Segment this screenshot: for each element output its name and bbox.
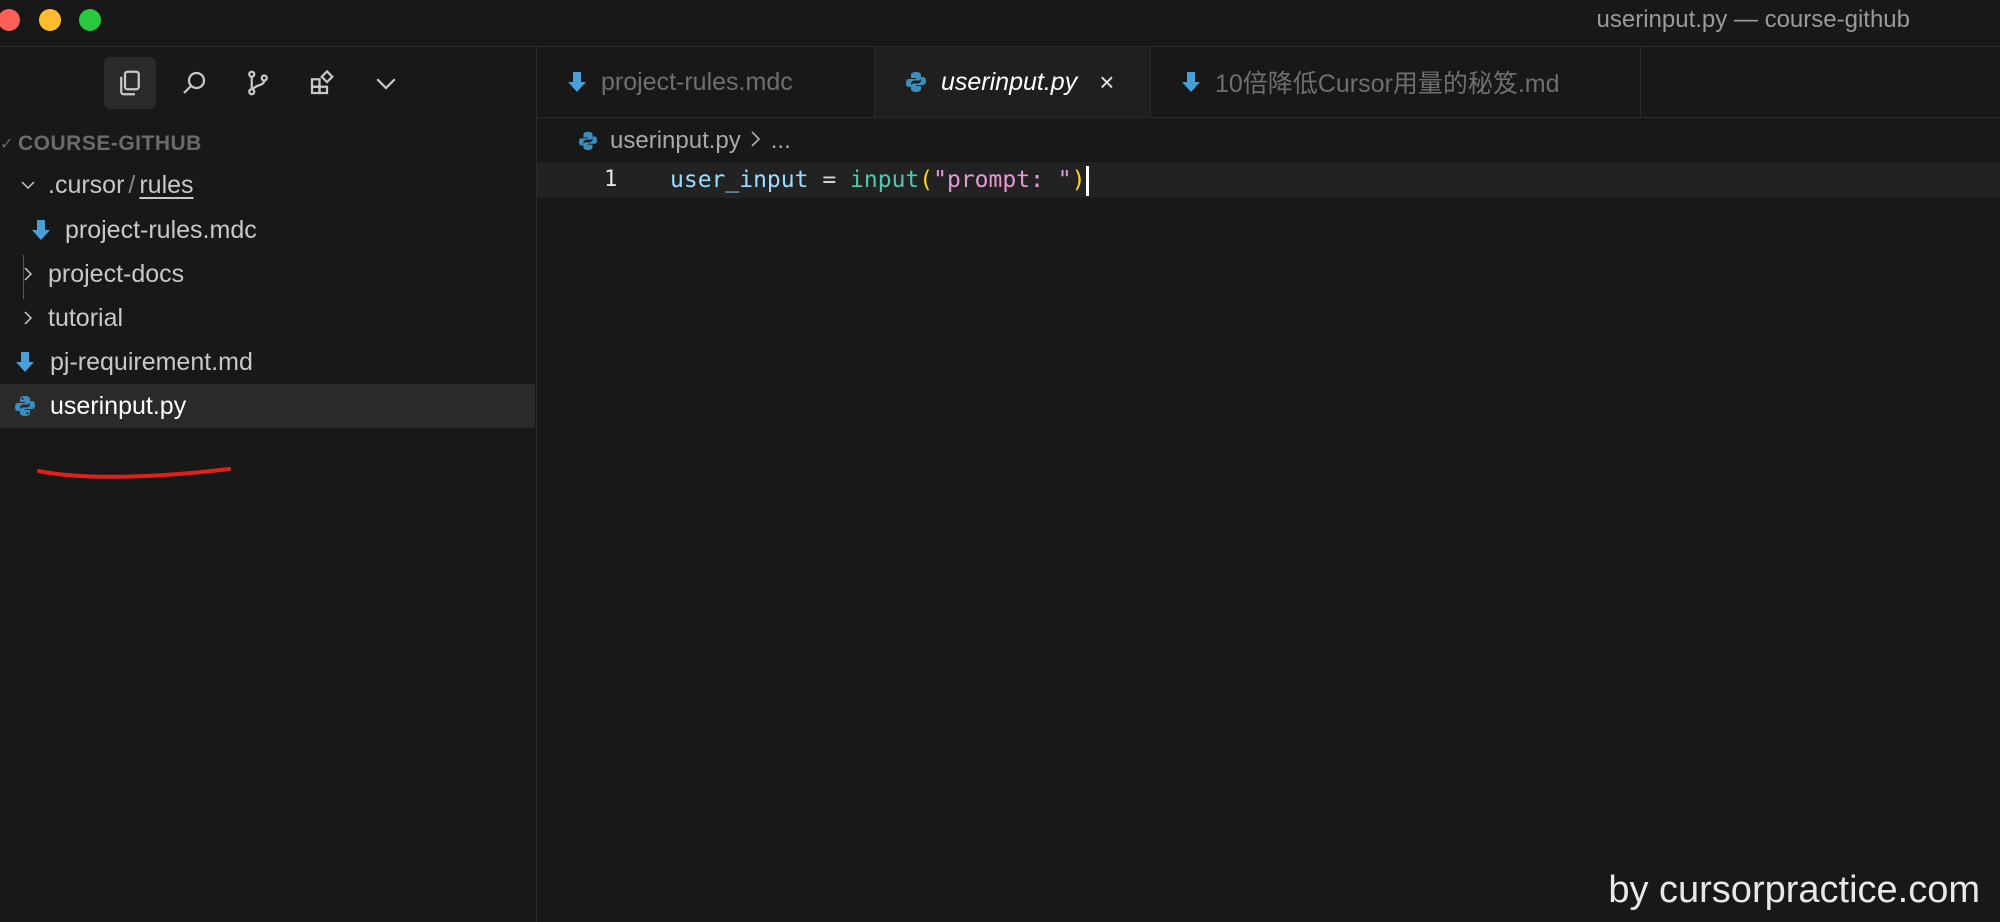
- markdown-icon: [567, 71, 587, 93]
- activity-bar: [104, 57, 412, 109]
- tab-label: 10倍降低Cursor用量的秘笈.md: [1215, 70, 1560, 98]
- code-token-paren: (: [919, 167, 934, 193]
- tree-item-label: .cursor: [48, 170, 125, 199]
- more-views-button[interactable]: [360, 57, 412, 109]
- markdown-icon: [1181, 71, 1201, 93]
- code-token-string: "prompt: ": [933, 167, 1072, 193]
- markdown-icon: [15, 351, 35, 373]
- explorer-button[interactable]: [104, 57, 156, 109]
- tree-item-cursor-rules[interactable]: .cursor / rules: [0, 163, 535, 207]
- tree-item-project-docs[interactable]: project-docs: [0, 252, 535, 296]
- tree-item-label: userinput.py: [50, 391, 187, 420]
- source-control-icon: [248, 70, 268, 96]
- tab-label: userinput.py: [941, 67, 1078, 96]
- code-token-operator: =: [808, 167, 851, 193]
- python-icon: [14, 395, 36, 417]
- tree-item-project-rules[interactable]: project-rules.mdc: [0, 208, 535, 252]
- title-bar: userinput.py — course-github: [0, 0, 2000, 47]
- tree-item-tutorial[interactable]: tutorial: [0, 296, 535, 340]
- code-token-paren: ): [1071, 167, 1086, 193]
- tree-item-label: project-docs: [48, 259, 185, 288]
- path-separator: /: [128, 170, 136, 199]
- tree-item-label: tutorial: [48, 303, 124, 332]
- tab-project-rules[interactable]: project-rules.mdc: [537, 47, 875, 117]
- chevron-down-icon: [376, 78, 396, 90]
- extensions-icon: [310, 69, 334, 95]
- code-token-variable: user_input: [670, 167, 809, 193]
- tree-item-pj-requirement[interactable]: pj-requirement.md: [0, 340, 535, 384]
- tab-cursor-tips[interactable]: 10倍降低Cursor用量的秘笈.md: [1151, 47, 1641, 117]
- close-window-button[interactable]: [0, 9, 20, 31]
- line-number: 1: [604, 167, 618, 192]
- minimize-window-button[interactable]: [39, 9, 61, 31]
- breadcrumb: userinput.py ...: [578, 124, 791, 158]
- tab-userinput[interactable]: userinput.py ×: [875, 47, 1151, 117]
- search-button[interactable]: [168, 57, 220, 109]
- text-cursor: [1086, 165, 1090, 196]
- tree-item-label: project-rules.mdc: [65, 215, 257, 244]
- search-icon: [183, 71, 206, 94]
- watermark: by cursorpractice.com: [1608, 869, 1980, 911]
- close-icon[interactable]: ×: [1099, 67, 1114, 98]
- tree-item-userinput[interactable]: userinput.py: [0, 384, 535, 428]
- markdown-icon: [31, 219, 51, 241]
- breadcrumb-file[interactable]: userinput.py: [610, 127, 741, 155]
- tree-item-label-rules: rules: [139, 170, 194, 199]
- tree-item-label: pj-requirement.md: [50, 347, 253, 376]
- code-line[interactable]: user_input = input("prompt: "): [670, 162, 1090, 198]
- explorer-icon: [120, 70, 140, 96]
- chevron-down-icon: ✓: [0, 136, 14, 153]
- source-control-button[interactable]: [232, 57, 284, 109]
- explorer-section-header[interactable]: ✓ COURSE-GITHUB: [0, 127, 202, 161]
- window-title: userinput.py — course-github: [1596, 6, 1911, 33]
- python-icon: [905, 71, 927, 93]
- tab-label: project-rules.mdc: [601, 67, 793, 96]
- zoom-window-button[interactable]: [79, 9, 101, 31]
- editor-tabs: project-rules.mdc userinput.py × 10倍降低Cu…: [537, 47, 2000, 118]
- chevron-down-icon: [14, 176, 42, 194]
- python-icon: [578, 131, 598, 151]
- annotation-underline: [37, 467, 231, 479]
- explorer-section-title: COURSE-GITHUB: [18, 132, 202, 155]
- chevron-right-icon: [14, 265, 42, 283]
- chevron-right-icon: [14, 309, 42, 327]
- sidebar: ✓ COURSE-GITHUB .cursor / rules project-…: [0, 47, 537, 922]
- chevron-right-icon: [749, 127, 763, 155]
- extensions-button[interactable]: [296, 57, 348, 109]
- code-token-function: input: [850, 167, 920, 193]
- breadcrumb-symbols[interactable]: ...: [771, 127, 791, 155]
